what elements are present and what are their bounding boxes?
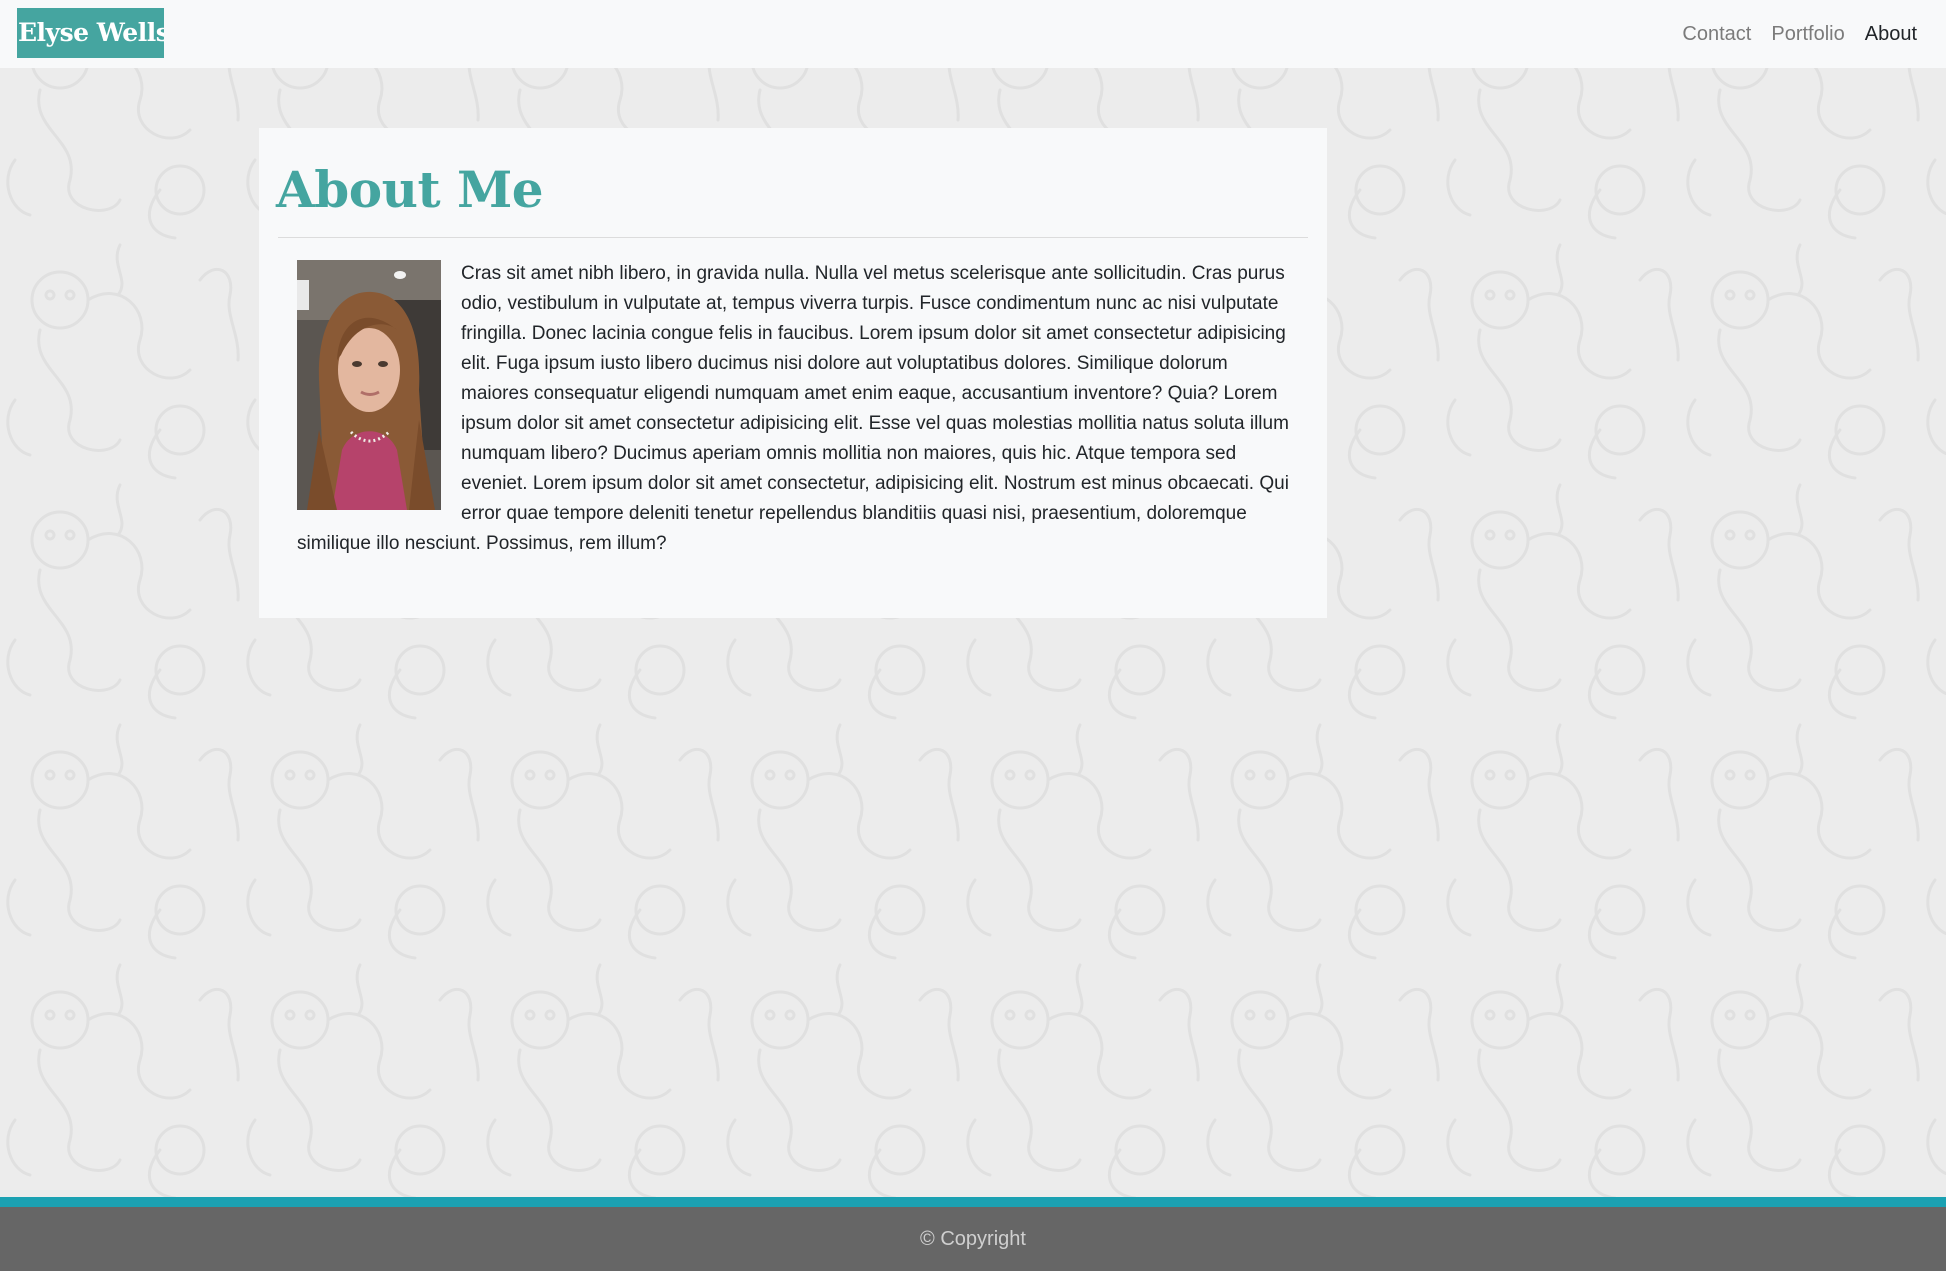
about-content: Cras sit amet nibh libero, in gravida nu… xyxy=(297,259,1297,559)
page-title: About Me xyxy=(276,160,544,219)
title-divider xyxy=(278,237,1308,238)
footer-accent-stripe xyxy=(0,1197,1946,1207)
nav-link-contact[interactable]: Contact xyxy=(1682,23,1751,46)
nav-link-about[interactable]: About xyxy=(1865,23,1917,46)
about-card: About Me Cras sit amet nibh libero, in g… xyxy=(259,128,1327,618)
about-paragraph: Cras sit amet nibh libero, in gravida nu… xyxy=(297,263,1289,554)
page-footer: © Copyright xyxy=(0,1207,1946,1271)
top-navbar: Elyse Wells Contact Portfolio About xyxy=(0,0,1946,68)
nav-link-portfolio[interactable]: Portfolio xyxy=(1771,23,1844,46)
profile-photo xyxy=(297,260,441,510)
brand-logo[interactable]: Elyse Wells xyxy=(17,8,164,58)
nav-links: Contact Portfolio About xyxy=(1682,0,1917,68)
copyright-text: © Copyright xyxy=(920,1227,1026,1250)
